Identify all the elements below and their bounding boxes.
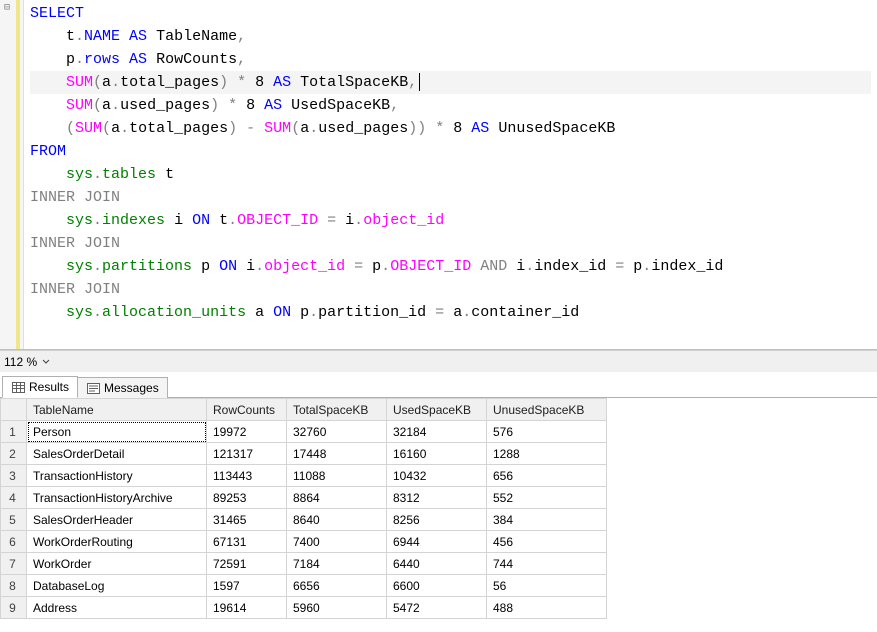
row-number-cell[interactable]: 4 (1, 487, 27, 509)
row-number-cell[interactable]: 9 (1, 597, 27, 619)
cell-unused[interactable]: 552 (487, 487, 607, 509)
tab-results[interactable]: Results (2, 376, 78, 398)
cell-rowcounts[interactable]: 31465 (207, 509, 287, 531)
text-cursor (419, 73, 420, 91)
table-row[interactable]: 8DatabaseLog15976656660056 (1, 575, 607, 597)
cell-used[interactable]: 8256 (387, 509, 487, 531)
col-header-unused[interactable]: UnusedSpaceKB (487, 399, 607, 421)
cell-tablename[interactable]: SalesOrderHeader (27, 509, 207, 531)
zoom-dropdown-icon[interactable] (41, 357, 51, 367)
cell-total[interactable]: 8864 (287, 487, 387, 509)
kw-from: FROM (30, 143, 66, 160)
results-grid-pane[interactable]: TableName RowCounts TotalSpaceKB UsedSpa… (0, 398, 877, 632)
cell-unused[interactable]: 656 (487, 465, 607, 487)
tab-results-label: Results (29, 380, 69, 394)
cell-total[interactable]: 32760 (287, 421, 387, 443)
cell-tablename[interactable]: TransactionHistory (27, 465, 207, 487)
row-number-cell[interactable]: 5 (1, 509, 27, 531)
change-marker (16, 0, 20, 349)
cell-rowcounts[interactable]: 67131 (207, 531, 287, 553)
cell-used[interactable]: 16160 (387, 443, 487, 465)
cell-total[interactable]: 11088 (287, 465, 387, 487)
col-header-tablename[interactable]: TableName (27, 399, 207, 421)
cell-rowcounts[interactable]: 121317 (207, 443, 287, 465)
table-row[interactable]: 7WorkOrder7259171846440744 (1, 553, 607, 575)
table-row[interactable]: 5SalesOrderHeader3146586408256384 (1, 509, 607, 531)
cell-total[interactable]: 5960 (287, 597, 387, 619)
cell-total[interactable]: 7184 (287, 553, 387, 575)
cell-total[interactable]: 6656 (287, 575, 387, 597)
cell-unused[interactable]: 56 (487, 575, 607, 597)
grid-icon (11, 380, 25, 394)
cell-used[interactable]: 10432 (387, 465, 487, 487)
cell-tablename[interactable]: Address (27, 597, 207, 619)
zoom-level[interactable]: 112 % (4, 355, 37, 369)
cell-used[interactable]: 6944 (387, 531, 487, 553)
sql-editor-content[interactable]: SELECT t.NAME AS TableName, p.rows AS Ro… (24, 0, 877, 326)
cell-tablename[interactable]: DatabaseLog (27, 575, 207, 597)
row-number-cell[interactable]: 8 (1, 575, 27, 597)
row-number-cell[interactable]: 1 (1, 421, 27, 443)
col-header-used[interactable]: UsedSpaceKB (387, 399, 487, 421)
highlighted-line: SUM(a.total_pages) * 8 AS TotalSpaceKB, (30, 71, 871, 94)
row-number-cell[interactable]: 3 (1, 465, 27, 487)
outline-collapse-icon[interactable]: ⊟ (4, 2, 12, 10)
cell-total[interactable]: 17448 (287, 443, 387, 465)
cell-rowcounts[interactable]: 1597 (207, 575, 287, 597)
grid-header-row: TableName RowCounts TotalSpaceKB UsedSpa… (1, 399, 607, 421)
cell-rowcounts[interactable]: 113443 (207, 465, 287, 487)
row-number-cell[interactable]: 7 (1, 553, 27, 575)
cell-tablename[interactable]: Person (27, 421, 207, 443)
tab-messages-label: Messages (104, 381, 159, 395)
cell-tablename[interactable]: SalesOrderDetail (27, 443, 207, 465)
cell-unused[interactable]: 456 (487, 531, 607, 553)
cell-unused[interactable]: 744 (487, 553, 607, 575)
results-tabs-bar: Results Messages (0, 372, 877, 398)
cell-used[interactable]: 32184 (387, 421, 487, 443)
tab-messages[interactable]: Messages (77, 377, 168, 398)
cell-used[interactable]: 6600 (387, 575, 487, 597)
results-grid[interactable]: TableName RowCounts TotalSpaceKB UsedSpa… (0, 398, 607, 619)
cell-total[interactable]: 7400 (287, 531, 387, 553)
cell-unused[interactable]: 384 (487, 509, 607, 531)
cell-unused[interactable]: 576 (487, 421, 607, 443)
col-header-total[interactable]: TotalSpaceKB (287, 399, 387, 421)
row-number-cell[interactable]: 2 (1, 443, 27, 465)
table-row[interactable]: 3TransactionHistory1134431108810432656 (1, 465, 607, 487)
messages-icon (86, 381, 100, 395)
col-header-rowcounts[interactable]: RowCounts (207, 399, 287, 421)
corner-cell[interactable] (1, 399, 27, 421)
cell-unused[interactable]: 1288 (487, 443, 607, 465)
table-row[interactable]: 1Person199723276032184576 (1, 421, 607, 443)
kw-select: SELECT (30, 5, 84, 22)
row-number-cell[interactable]: 6 (1, 531, 27, 553)
cell-unused[interactable]: 488 (487, 597, 607, 619)
cell-tablename[interactable]: TransactionHistoryArchive (27, 487, 207, 509)
zoom-bar: 112 % (0, 350, 877, 372)
table-row[interactable]: 2SalesOrderDetail12131717448161601288 (1, 443, 607, 465)
cell-tablename[interactable]: WorkOrder (27, 553, 207, 575)
sql-editor-pane[interactable]: ⊟ SELECT t.NAME AS TableName, p.rows AS … (0, 0, 877, 350)
cell-used[interactable]: 6440 (387, 553, 487, 575)
cell-used[interactable]: 8312 (387, 487, 487, 509)
cell-rowcounts[interactable]: 89253 (207, 487, 287, 509)
cell-used[interactable]: 5472 (387, 597, 487, 619)
table-row[interactable]: 4TransactionHistoryArchive89253886483125… (1, 487, 607, 509)
cell-total[interactable]: 8640 (287, 509, 387, 531)
cell-tablename[interactable]: WorkOrderRouting (27, 531, 207, 553)
cell-rowcounts[interactable]: 19614 (207, 597, 287, 619)
table-row[interactable]: 9Address1961459605472488 (1, 597, 607, 619)
table-row[interactable]: 6WorkOrderRouting6713174006944456 (1, 531, 607, 553)
editor-gutter: ⊟ (0, 0, 24, 349)
cell-rowcounts[interactable]: 19972 (207, 421, 287, 443)
cell-rowcounts[interactable]: 72591 (207, 553, 287, 575)
